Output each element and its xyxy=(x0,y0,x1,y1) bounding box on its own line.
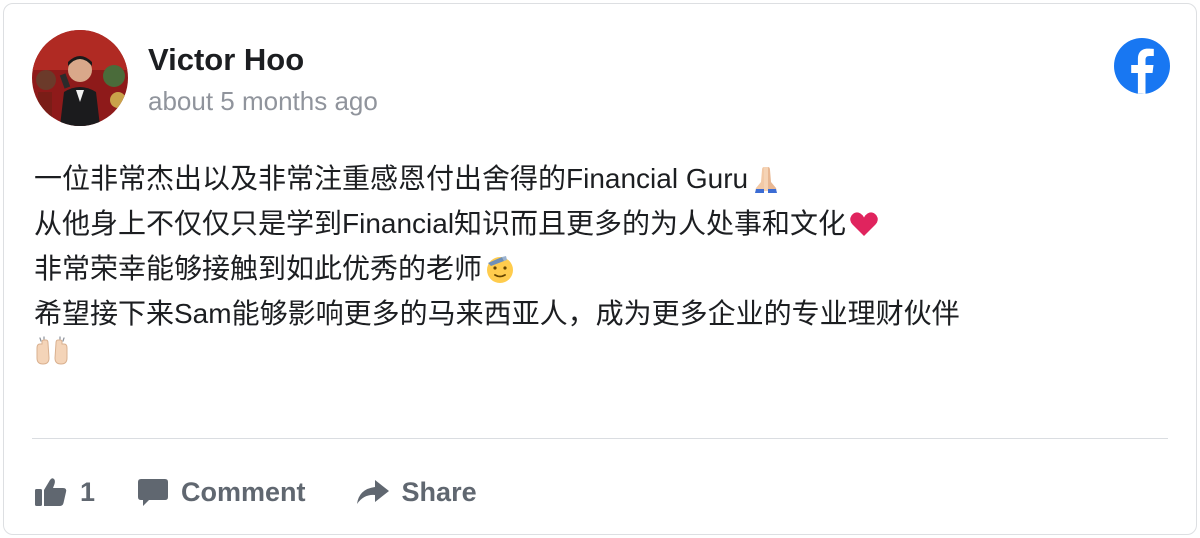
like-count: 1 xyxy=(80,476,96,507)
author-avatar[interactable] xyxy=(32,30,128,126)
post-line-text: 一位非常杰出以及非常注重感恩付出舍得的Financial Guru xyxy=(34,163,749,194)
action-bar: 1 Comment Share xyxy=(34,470,477,514)
thumbs-up-icon xyxy=(34,477,68,507)
post-body: 一位非常杰出以及非常注重感恩付出舍得的Financial Guru 从他身上不仅… xyxy=(34,156,1169,368)
post-line-text: 非常荣幸能够接触到如此优秀的老师 xyxy=(34,253,483,284)
saluting-face-icon xyxy=(484,253,516,285)
author-name[interactable]: Victor Hoo xyxy=(148,42,304,78)
post-line xyxy=(34,336,1169,368)
facebook-icon[interactable] xyxy=(1112,36,1172,96)
raising-hands-icon xyxy=(34,336,68,368)
post-line: 希望接下来Sam能够影响更多的马来西亚人，成为更多企业的专业理财伙伴 xyxy=(34,291,1169,336)
red-heart-icon xyxy=(848,208,880,240)
comment-label: Comment xyxy=(181,476,306,507)
share-button[interactable]: Share xyxy=(356,477,477,508)
share-arrow-icon xyxy=(356,478,390,506)
post-timestamp[interactable]: about 5 months ago xyxy=(148,86,378,117)
comment-button[interactable]: Comment xyxy=(137,477,306,508)
like-button[interactable]: 1 xyxy=(34,477,95,508)
profile-photo xyxy=(32,30,128,126)
post-line-text: 希望接下来Sam能够影响更多的马来西亚人，成为更多企业的专业理财伙伴 xyxy=(34,298,960,329)
share-label: Share xyxy=(401,476,477,507)
post-card: Victor Hoo about 5 months ago 一位非常杰出以及非常… xyxy=(3,3,1197,535)
folded-hands-icon xyxy=(750,163,782,195)
post-line-text: 从他身上不仅仅只是学到Financial知识而且更多的为人处事和文化 xyxy=(34,208,847,239)
post-line: 一位非常杰出以及非常注重感恩付出舍得的Financial Guru xyxy=(34,156,1169,201)
divider xyxy=(32,438,1168,439)
comment-icon xyxy=(137,477,169,507)
post-line: 非常荣幸能够接触到如此优秀的老师 xyxy=(34,246,1169,291)
post-line: 从他身上不仅仅只是学到Financial知识而且更多的为人处事和文化 xyxy=(34,201,1169,246)
